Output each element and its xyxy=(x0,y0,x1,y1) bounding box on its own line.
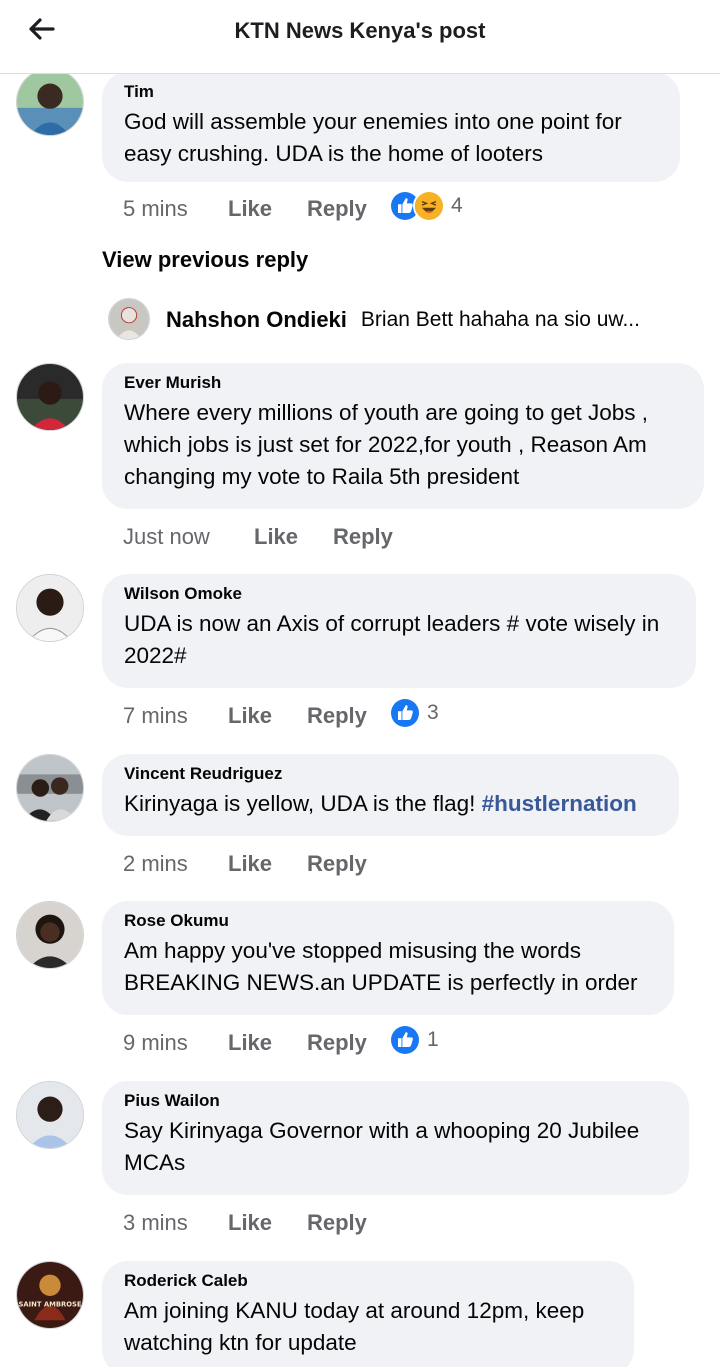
comment-text: Where every millions of youth are going … xyxy=(124,400,649,489)
like-button[interactable]: Like xyxy=(228,851,307,877)
reply-button[interactable]: Reply xyxy=(307,1210,389,1236)
top-bar: KTN News Kenya's post xyxy=(0,0,720,74)
avatar[interactable] xyxy=(108,298,150,340)
comment-text: UDA is now an Axis of corrupt leaders # … xyxy=(124,611,660,668)
reaction-count: 3 xyxy=(427,701,439,724)
comment-bubble[interactable]: Wilson Omoke UDA is now an Axis of corru… xyxy=(102,574,696,688)
reaction-count: 4 xyxy=(451,194,463,217)
avatar[interactable] xyxy=(16,68,84,136)
comment-author[interactable]: Tim xyxy=(124,82,658,102)
comment-text: Say Kirinyaga Governor with a whooping 2… xyxy=(124,1118,640,1175)
comment-actions: 3 mins Like Reply xyxy=(123,1205,389,1241)
comment-text-body: Kirinyaga is yellow, UDA is the flag! xyxy=(124,791,482,816)
reply-button[interactable]: Reply xyxy=(333,524,415,550)
avatar-logo-text: SAINT AMBROSE xyxy=(19,1301,82,1309)
comment-text: Am joining KANU today at around 12pm, ke… xyxy=(124,1298,585,1355)
comment-text: God will assemble your enemies into one … xyxy=(124,109,622,166)
reactions-summary[interactable]: 1 xyxy=(389,1024,439,1056)
avatar[interactable] xyxy=(16,901,84,969)
comment-time: Just now xyxy=(123,524,210,549)
comment-author[interactable]: Rose Okumu xyxy=(124,911,652,931)
comment-text: Kirinyaga is yellow, UDA is the flag! #h… xyxy=(124,788,657,820)
like-button[interactable]: Like xyxy=(228,1030,307,1056)
comment-text: Am happy you've stopped misusing the wor… xyxy=(124,938,638,995)
collapsed-reply[interactable]: Nahshon Ondieki Brian Bett hahaha na sio… xyxy=(108,298,698,342)
avatar[interactable]: SAINT AMBROSE xyxy=(16,1261,84,1329)
comment-author[interactable]: Pius Wailon xyxy=(124,1091,667,1111)
reply-button[interactable]: Reply xyxy=(307,703,389,729)
comment-time: 2 mins xyxy=(123,851,188,876)
avatar[interactable] xyxy=(16,754,84,822)
page-title: KTN News Kenya's post xyxy=(234,18,486,43)
comment-author[interactable]: Vincent Reudriguez xyxy=(124,764,657,784)
like-reaction-icon xyxy=(389,1024,421,1056)
comment-time: 3 mins xyxy=(123,1210,188,1235)
view-previous-reply-link[interactable]: View previous reply xyxy=(102,247,308,273)
comment-bubble[interactable]: Vincent Reudriguez Kirinyaga is yellow, … xyxy=(102,754,679,836)
comment-time: 5 mins xyxy=(123,196,188,221)
comment-author[interactable]: Roderick Caleb xyxy=(124,1271,612,1291)
avatar[interactable] xyxy=(16,1081,84,1149)
comment-bubble[interactable]: Ever Murish Where every millions of yout… xyxy=(102,363,704,509)
comment-actions: Just now Like Reply xyxy=(123,519,415,555)
haha-reaction-icon xyxy=(413,190,445,222)
reply-button[interactable]: Reply xyxy=(307,1030,389,1056)
comment-time: 7 mins xyxy=(123,703,188,728)
reactions-summary[interactable]: 4 xyxy=(389,190,463,222)
comment-bubble[interactable]: Pius Wailon Say Kirinyaga Governor with … xyxy=(102,1081,689,1195)
like-button[interactable]: Like xyxy=(228,196,307,222)
comment-bubble[interactable]: Tim God will assemble your enemies into … xyxy=(102,72,680,182)
comment-actions: 7 mins Like Reply 3 xyxy=(123,697,439,734)
reply-author[interactable]: Nahshon Ondieki xyxy=(166,307,347,333)
comment-author[interactable]: Ever Murish xyxy=(124,373,682,393)
reply-button[interactable]: Reply xyxy=(307,851,389,877)
comment-time: 9 mins xyxy=(123,1030,188,1055)
reply-button[interactable]: Reply xyxy=(307,196,389,222)
like-button[interactable]: Like xyxy=(228,1210,307,1236)
comment-bubble[interactable]: Roderick Caleb Am joining KANU today at … xyxy=(102,1261,634,1367)
comment-actions: 5 mins Like Reply 4 xyxy=(123,190,463,227)
like-reaction-icon xyxy=(389,697,421,729)
reply-snippet: Brian Bett hahaha na sio uw... xyxy=(360,308,640,331)
comment-author[interactable]: Wilson Omoke xyxy=(124,584,674,604)
hashtag-link[interactable]: #hustlernation xyxy=(482,791,637,816)
like-button[interactable]: Like xyxy=(254,524,333,550)
comment-actions: 9 mins Like Reply 1 xyxy=(123,1024,439,1061)
like-button[interactable]: Like xyxy=(228,703,307,729)
comment-bubble[interactable]: Rose Okumu Am happy you've stopped misus… xyxy=(102,901,674,1015)
avatar[interactable] xyxy=(16,574,84,642)
avatar[interactable] xyxy=(16,363,84,431)
reaction-count: 1 xyxy=(427,1028,439,1051)
reactions-summary[interactable]: 3 xyxy=(389,697,439,729)
comment-actions: 2 mins Like Reply xyxy=(123,846,389,882)
